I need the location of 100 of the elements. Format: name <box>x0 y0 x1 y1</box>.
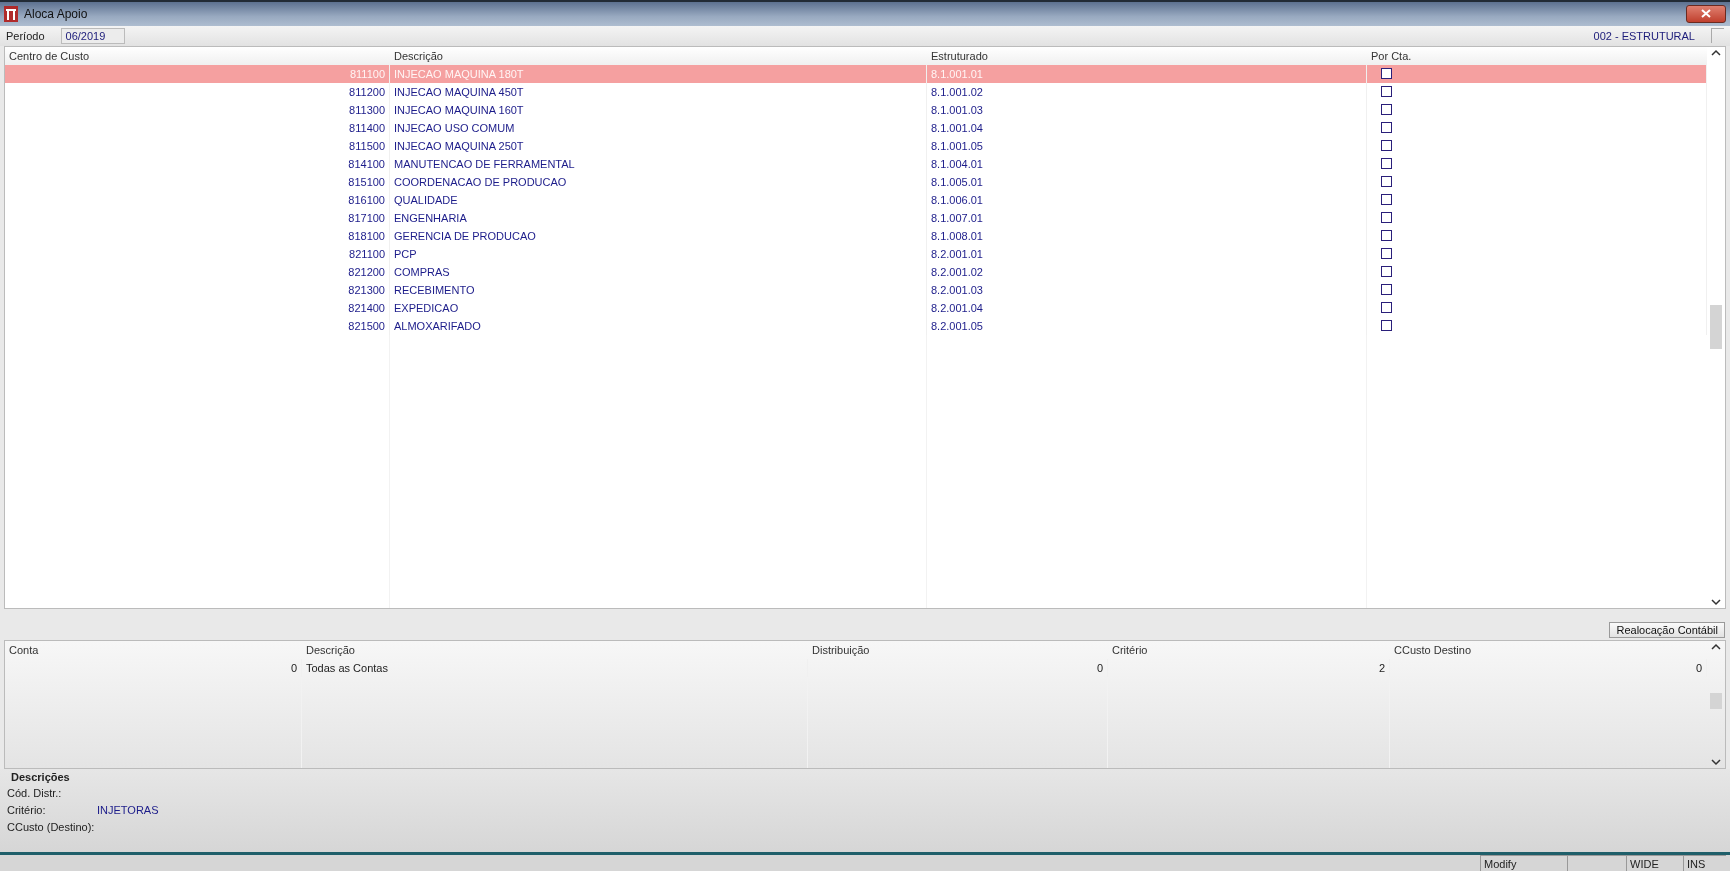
table-cell: 8.1.001.02 <box>927 82 1367 101</box>
table-row[interactable]: 821400 EXPEDICAO 8.2.001.04 <box>5 298 1707 317</box>
period-field[interactable]: 06/2019 <box>60 27 125 44</box>
table-row[interactable]: 811300 INJECAO MAQUINA 160T 8.1.001.03 <box>5 100 1707 119</box>
table-cell: 8.1.001.04 <box>927 118 1367 137</box>
status-panel: INS <box>1683 855 1726 871</box>
checkbox[interactable] <box>1381 248 1392 260</box>
table-cell: 8.1.001.01 <box>927 64 1367 83</box>
scrollbar-thumb[interactable] <box>1710 304 1722 349</box>
checkbox[interactable] <box>1381 194 1392 206</box>
column-header[interactable]: Critério <box>1108 643 1390 656</box>
table-cell: 817100 <box>5 208 390 227</box>
column-header[interactable]: Descrição <box>390 49 927 62</box>
scroll-up-icon[interactable] <box>1711 642 1721 650</box>
small-field[interactable] <box>1711 28 1724 44</box>
column-header[interactable]: Estruturado <box>927 49 1367 62</box>
checkbox[interactable] <box>1381 176 1392 188</box>
table-cell: COORDENACAO DE PRODUCAO <box>390 172 927 191</box>
checkbox[interactable] <box>1381 158 1392 170</box>
table-cell: MANUTENCAO DE FERRAMENTAL <box>390 154 927 173</box>
column-header[interactable]: Por Cta. <box>1367 49 1707 62</box>
table-cell: 8.2.001.04 <box>927 298 1367 317</box>
table-cell: 8.1.005.01 <box>927 172 1367 191</box>
scroll-down-icon[interactable] <box>1711 758 1721 766</box>
checkbox[interactable] <box>1381 266 1392 278</box>
table-cell: 811300 <box>5 100 390 119</box>
table-cell: 815100 <box>5 172 390 191</box>
table-cell: RECEBIMENTO <box>390 280 927 299</box>
close-button[interactable] <box>1686 4 1726 23</box>
checkbox[interactable] <box>1381 140 1392 152</box>
scroll-down-icon[interactable] <box>1711 599 1721 607</box>
table-cell: 811500 <box>5 136 390 155</box>
table-cell: 811400 <box>5 118 390 137</box>
table-cell: 0 <box>5 658 302 677</box>
checkbox[interactable] <box>1381 212 1392 224</box>
scrollbar-thumb[interactable] <box>1710 692 1722 709</box>
table-cell: QUALIDADE <box>390 190 927 209</box>
table-row[interactable]: 811200 INJECAO MAQUINA 450T 8.1.001.02 <box>5 82 1707 101</box>
table-cell: Todas as Contas <box>302 658 808 677</box>
table-row[interactable]: 821300 RECEBIMENTO 8.2.001.03 <box>5 280 1707 299</box>
checkbox[interactable] <box>1381 320 1392 332</box>
column-header[interactable]: Centro de Custo <box>5 49 390 62</box>
table-cell: 8.2.001.05 <box>927 316 1367 335</box>
table-cell: 8.1.007.01 <box>927 208 1367 227</box>
table-cell: 8.1.004.01 <box>927 154 1367 173</box>
table-row[interactable]: 818100 GERENCIA DE PRODUCAO 8.1.008.01 <box>5 226 1707 245</box>
table-row[interactable]: 816100 QUALIDADE 8.1.006.01 <box>5 190 1707 209</box>
table-cell: INJECAO MAQUINA 180T <box>390 64 927 83</box>
table-cell: 8.1.001.05 <box>927 136 1367 155</box>
scroll-up-icon[interactable] <box>1711 48 1721 56</box>
status-panel <box>1567 855 1626 871</box>
table-row[interactable]: 821200 COMPRAS 8.2.001.02 <box>5 262 1707 281</box>
table-cell: 821100 <box>5 244 390 263</box>
table-cell: INJECAO USO COMUM <box>390 118 927 137</box>
table-cell: 8.1.008.01 <box>927 226 1367 245</box>
checkbox[interactable] <box>1381 68 1392 80</box>
checkbox[interactable] <box>1381 86 1392 98</box>
checkbox[interactable] <box>1381 122 1392 134</box>
table-cell: 8.1.001.03 <box>927 100 1367 119</box>
table-row[interactable]: 817100 ENGENHARIA 8.1.007.01 <box>5 208 1707 227</box>
section-title: Descrições <box>10 770 71 783</box>
table-cell: COMPRAS <box>390 262 927 281</box>
table-row[interactable]: 815100 COORDENACAO DE PRODUCAO 8.1.005.01 <box>5 172 1707 191</box>
checkbox[interactable] <box>1381 284 1392 296</box>
table-cell: 811100 <box>5 64 390 83</box>
table-row[interactable]: 821100 PCP 8.2.001.01 <box>5 244 1707 263</box>
table-cell: 821500 <box>5 316 390 335</box>
table-cell: 2 <box>1108 658 1390 677</box>
table-cell: 818100 <box>5 226 390 245</box>
window-title: Aloca Apoio <box>24 6 88 21</box>
table-cell: 811200 <box>5 82 390 101</box>
column-header[interactable]: Distribuição <box>808 643 1108 656</box>
table-cell: 8.2.001.01 <box>927 244 1367 263</box>
table-cell: 8.2.001.03 <box>927 280 1367 299</box>
field-label: Cód. Distr.: <box>7 786 63 799</box>
field-label: CCusto (Destino): <box>7 820 96 833</box>
close-icon <box>1701 9 1711 19</box>
table-cell: 821300 <box>5 280 390 299</box>
checkbox[interactable] <box>1381 230 1392 242</box>
table-row[interactable]: 811400 INJECAO USO COMUM 8.1.001.04 <box>5 118 1707 137</box>
table-cell: INJECAO MAQUINA 160T <box>390 100 927 119</box>
column-header[interactable]: CCusto Destino <box>1390 643 1707 656</box>
column-header[interactable]: Descrição <box>302 643 808 656</box>
table-cell: INJECAO MAQUINA 250T <box>390 136 927 155</box>
table-cell: 0 <box>1390 658 1707 677</box>
status-panel: WIDE <box>1626 855 1683 871</box>
column-header[interactable]: Conta <box>5 643 302 656</box>
table-cell: 816100 <box>5 190 390 209</box>
table-row[interactable]: 811500 INJECAO MAQUINA 250T 8.1.001.05 <box>5 136 1707 155</box>
table-cell: 821400 <box>5 298 390 317</box>
table-row[interactable]: 821500 ALMOXARIFADO 8.2.001.05 <box>5 316 1707 335</box>
table-cell: 821200 <box>5 262 390 281</box>
table-row[interactable]: 814100 MANUTENCAO DE FERRAMENTAL 8.1.004.01 <box>5 154 1707 173</box>
reallocation-button[interactable]: Realocação Contábil <box>1609 621 1725 638</box>
table-cell: GERENCIA DE PRODUCAO <box>390 226 927 245</box>
table-cell: 814100 <box>5 154 390 173</box>
field-value: INJETORAS <box>97 803 160 816</box>
checkbox[interactable] <box>1381 302 1392 314</box>
status-panel: Modify <box>1480 855 1567 871</box>
checkbox[interactable] <box>1381 104 1392 116</box>
